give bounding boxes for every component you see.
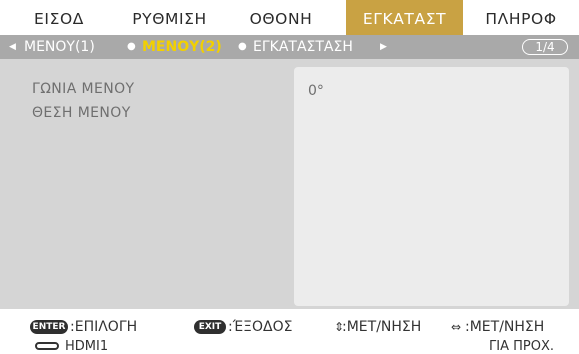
menu-position-label[interactable]: ΘΕΣΗ ΜΕΝΟΥ xyxy=(32,105,131,121)
input-source: HDMI1 xyxy=(65,339,109,354)
exit-key-icon: EXIT xyxy=(194,320,226,334)
left-right-arrows-icon: ⇔ xyxy=(451,320,462,334)
move-horizontal-hint: :ΜΕΤ/ΝΗΣΗ xyxy=(465,319,545,335)
separator-dot-icon: ● xyxy=(127,41,136,52)
left-arrow-icon[interactable]: ◀ xyxy=(9,35,16,59)
settings-panel: ΓΩΝΙΑ ΜΕΝΟΥ ΘΕΣΗ ΜΕΝΟΥ 0° xyxy=(0,59,579,309)
subtab-installation[interactable]: ΕΓΚΑΤΑΣΤΑΣΗ xyxy=(253,35,353,59)
enter-hint: :ΕΠΙΛΟΓΗ xyxy=(70,319,138,335)
status-bar: HDMI1 ΓΙΑ ΠΡΟΧ. xyxy=(0,339,579,354)
subtab-menu-1[interactable]: ΜΕΝΟΥ(1) xyxy=(24,35,95,59)
tab-setup[interactable]: ΡΥΘΜΙΣΗ xyxy=(117,0,222,35)
key-hints: ENTER :ΕΠΙΛΟΓΗ EXIT :ΈΞΟΔΟΣ ⇕ :ΜΕΤ/ΝΗΣΗ … xyxy=(0,315,579,339)
separator-dot-icon: ● xyxy=(238,41,247,52)
exit-hint: :ΈΞΟΔΟΣ xyxy=(228,319,293,335)
page-indicator: 1/4 xyxy=(522,39,568,55)
value-panel: 0° xyxy=(294,67,569,306)
tab-input[interactable]: ΕΙΣΟΔ xyxy=(14,0,104,35)
subtab-menu-2[interactable]: ΜΕΝΟΥ(2) xyxy=(142,35,222,59)
menu-tabs: ΕΙΣΟΔ ΡΥΘΜΙΣΗ ΟΘΟΝΗ ΕΓΚΑΤΑΣΤ ΠΛΗΡΟΦ xyxy=(0,0,579,35)
menu-angle-label[interactable]: ΓΩΝΙΑ ΜΕΝΟΥ xyxy=(32,81,135,97)
menu-angle-value[interactable]: 0° xyxy=(308,83,324,99)
status-text: ΓΙΑ ΠΡΟΧ. xyxy=(489,339,554,354)
tab-info[interactable]: ΠΛΗΡΟΦ xyxy=(476,0,566,35)
tab-display[interactable]: ΟΘΟΝΗ xyxy=(234,0,328,35)
footer: ENTER :ΕΠΙΛΟΓΗ EXIT :ΈΞΟΔΟΣ ⇕ :ΜΕΤ/ΝΗΣΗ … xyxy=(0,309,579,354)
subtab-bar: ◀ ΜΕΝΟΥ(1) ● ΜΕΝΟΥ(2) ● ΕΓΚΑΤΑΣΤΑΣΗ ▶ 1/… xyxy=(0,35,579,59)
right-arrow-icon[interactable]: ▶ xyxy=(380,35,387,59)
enter-key-icon: ENTER xyxy=(30,320,68,334)
hdmi-icon xyxy=(35,342,59,350)
tab-installation[interactable]: ΕΓΚΑΤΑΣΤ xyxy=(346,0,463,35)
move-vertical-hint: :ΜΕΤ/ΝΗΣΗ xyxy=(342,319,422,335)
